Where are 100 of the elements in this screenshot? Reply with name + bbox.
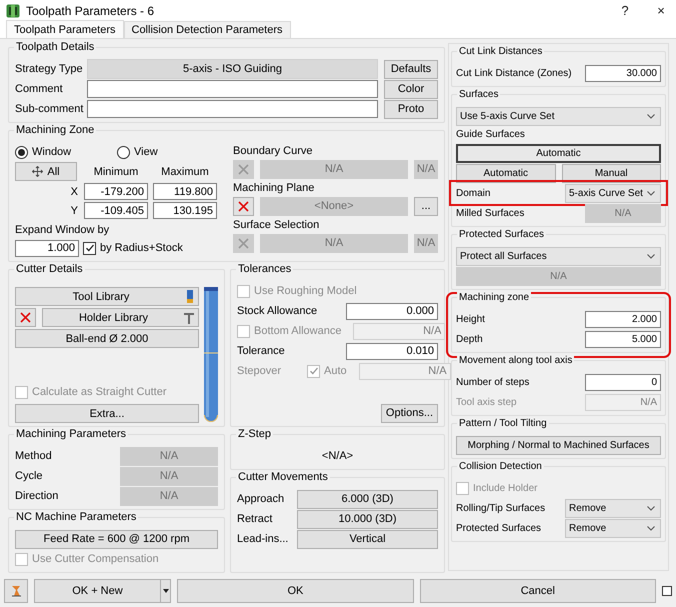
dropdown-caret-icon — [647, 190, 655, 196]
button[interactable]: 6.000 (3D) — [297, 490, 438, 508]
field-label: Cycle — [15, 470, 44, 482]
input-field[interactable]: 0.000 — [346, 302, 438, 320]
window-title: Toolpath Parameters - 6 — [26, 4, 156, 18]
tab[interactable]: Toolpath Parameters — [6, 20, 124, 38]
selection-display: <None> — [260, 196, 408, 216]
column-header: Maximum — [160, 166, 210, 178]
dropdown-caret-icon — [647, 506, 655, 510]
field-label: Number of steps — [456, 376, 530, 388]
field-label: Height — [456, 314, 486, 324]
field-label: Retract — [237, 513, 274, 525]
toolpath-icon-button[interactable] — [4, 579, 28, 603]
input-field[interactable]: 130.195 — [153, 202, 217, 219]
cancel-button[interactable]: Cancel — [420, 579, 656, 603]
field-label: Stock Allowance — [237, 305, 318, 317]
corner-box — [662, 586, 672, 596]
dropdown[interactable]: 5-axis Curve Set — [565, 184, 661, 202]
all-button[interactable]: All — [15, 162, 77, 181]
options-button[interactable]: Options... — [380, 404, 438, 422]
button[interactable]: Vertical — [297, 530, 438, 548]
cutter-button[interactable]: Ball-end Ø 2.000 — [15, 329, 199, 348]
remove-holder-button[interactable] — [15, 308, 36, 327]
browse-button[interactable]: ... — [414, 196, 438, 216]
holder-icon — [184, 312, 194, 324]
dropdown-button[interactable] — [161, 579, 172, 603]
help-button[interactable]: ? — [610, 3, 640, 18]
input-field[interactable]: 1.000 — [15, 240, 79, 256]
dropdown-caret-icon — [647, 114, 655, 118]
x-icon — [238, 164, 249, 174]
dropdown-caret-icon — [647, 254, 655, 258]
input-field[interactable]: 5.000 — [585, 330, 661, 348]
field-label: Machining Plane — [233, 180, 316, 196]
button[interactable]: 10.000 (3D) — [297, 510, 438, 528]
field-label: Tool axis step — [456, 396, 518, 408]
group-title: Toolpath Details — [14, 41, 96, 54]
ok-new-button[interactable]: OK + New — [34, 579, 162, 603]
field-label: Comment — [15, 83, 64, 95]
input-field[interactable] — [87, 80, 378, 98]
input-field[interactable]: 2.000 — [585, 310, 661, 328]
selection-display: N/A — [260, 234, 408, 252]
extra-button[interactable]: Extra... — [15, 404, 199, 423]
pick-button[interactable] — [233, 160, 254, 178]
holder-library-button[interactable]: Holder Library — [42, 308, 199, 327]
field-label: Surface Selection — [233, 218, 320, 232]
group-title: Machining Parameters — [14, 428, 128, 441]
button[interactable]: Color — [384, 80, 438, 98]
input-field[interactable]: -179.200 — [84, 183, 148, 200]
group-title: Pattern / Tool Tilting — [457, 417, 549, 430]
group-title: Movement along tool axis — [457, 354, 574, 367]
dropdown[interactable]: Use 5-axis Curve Set — [456, 106, 661, 126]
button[interactable]: Defaults — [384, 60, 438, 78]
checkbox[interactable]: by Radius+Stock — [83, 242, 183, 254]
group-title: Z-Step — [236, 428, 274, 441]
move-icon — [32, 166, 44, 177]
field-label: Domain — [456, 188, 492, 198]
field-label: Direction — [15, 490, 60, 502]
selection-display: N/A — [260, 160, 408, 178]
axis-label: X — [70, 186, 79, 198]
tool-library-button[interactable]: Tool Library — [15, 287, 199, 306]
tab[interactable]: Collision Detection Parameters — [124, 21, 291, 38]
ok-button[interactable]: OK — [177, 579, 414, 603]
field-label: Stepover — [237, 365, 282, 377]
axis-label: Y — [70, 204, 79, 216]
group-title: Machining zone — [457, 291, 532, 304]
x-icon — [238, 200, 249, 212]
input-field[interactable]: 30.000 — [585, 64, 661, 82]
field-label: Sub-comment — [15, 103, 81, 115]
dropdown-caret-icon — [647, 526, 655, 530]
input-field[interactable]: 0.010 — [346, 342, 438, 360]
field-label: Strategy Type — [15, 63, 81, 75]
button[interactable]: Feed Rate = 600 @ 1200 rpm — [15, 530, 218, 548]
button[interactable]: Proto — [384, 100, 438, 118]
close-button[interactable]: × — [646, 3, 676, 18]
input-field[interactable] — [87, 100, 378, 118]
field-label: Rolling/Tip Surfaces — [456, 502, 546, 514]
input-field[interactable]: -109.405 — [84, 202, 148, 219]
radio-button[interactable]: Window — [15, 146, 117, 158]
field-label: Cut Link Distance (Zones) — [456, 68, 573, 78]
field-label: Lead-ins... — [237, 533, 290, 545]
input-field[interactable]: 119.800 — [153, 183, 217, 200]
dropdown[interactable]: Remove — [565, 518, 661, 538]
x-icon — [238, 238, 249, 248]
radio-button[interactable]: View — [117, 146, 219, 158]
group-title: Machining Zone — [14, 124, 96, 137]
strategy-display: 5-axis - ISO Guiding — [87, 59, 378, 79]
dropdown[interactable]: Protect all Surfaces — [456, 246, 661, 266]
input-field[interactable]: 0 — [585, 374, 661, 390]
column-header: Minimum — [92, 166, 140, 178]
field-label: Expand Window by — [15, 222, 110, 238]
dropdown[interactable]: Remove — [565, 498, 661, 518]
pick-button[interactable] — [233, 234, 254, 252]
tool-icon — [186, 290, 194, 303]
radio-dot-icon — [18, 148, 25, 156]
button[interactable]: Automatic — [456, 144, 661, 162]
button[interactable]: Morphing / Normal to Machined Surfaces — [456, 436, 661, 454]
caret-icon — [162, 589, 169, 593]
app-icon — [6, 4, 20, 18]
field-label: Milled Surfaces — [456, 208, 526, 218]
pick-button[interactable] — [233, 196, 254, 216]
